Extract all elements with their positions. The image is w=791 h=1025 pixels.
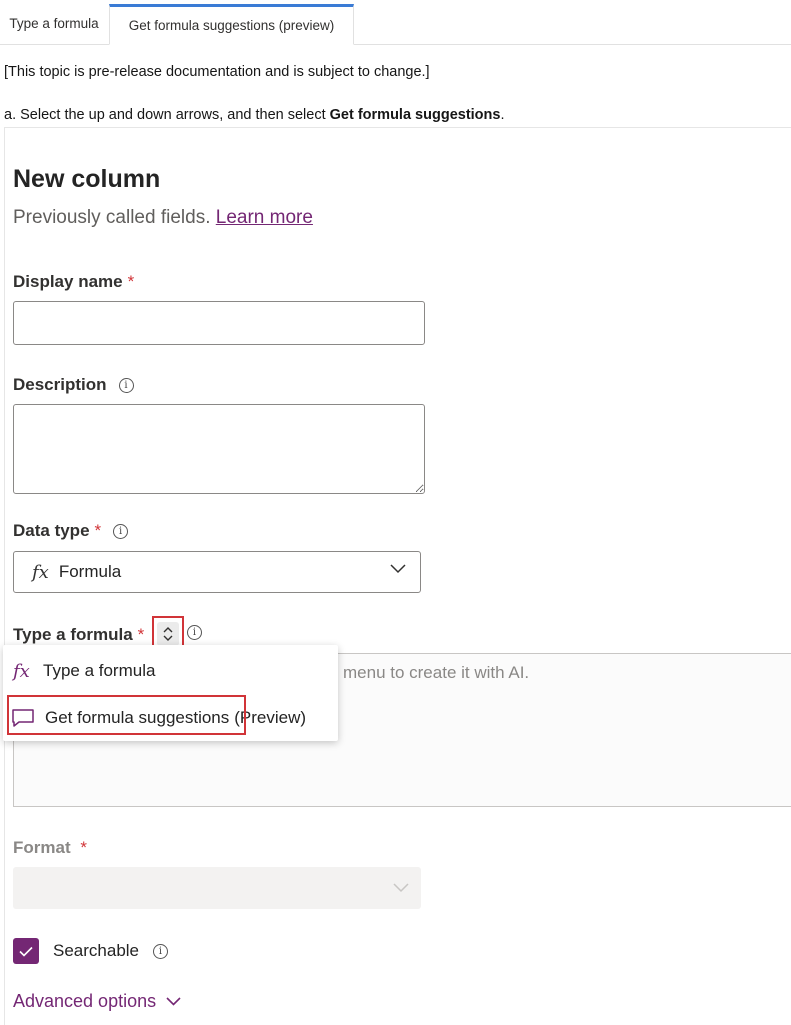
tab-bar: Type a formula Get formula suggestions (… bbox=[0, 0, 791, 45]
data-type-label-text: Data type bbox=[13, 521, 90, 540]
chat-icon bbox=[12, 709, 34, 727]
tab-get-formula-suggestions[interactable]: Get formula suggestions (preview) bbox=[109, 4, 354, 45]
description-label: Description i bbox=[13, 375, 134, 395]
required-asterisk: * bbox=[137, 625, 145, 644]
menu-item-type-a-formula[interactable]: fx Type a formula bbox=[3, 651, 338, 691]
preview-tag: (Preview) bbox=[234, 708, 307, 727]
step-suffix: . bbox=[500, 107, 505, 123]
display-name-input[interactable] bbox=[13, 301, 425, 345]
display-name-label: Display name * bbox=[13, 272, 134, 292]
advanced-options-label: Advanced options bbox=[13, 991, 157, 1011]
display-name-label-text: Display name bbox=[13, 272, 123, 291]
info-icon[interactable]: i bbox=[187, 625, 202, 640]
menu-item-label: Get formula suggestions bbox=[45, 708, 230, 727]
advanced-options-toggle[interactable]: Advanced options bbox=[13, 991, 181, 1012]
up-down-arrows-bg bbox=[157, 621, 179, 646]
info-icon[interactable]: i bbox=[113, 523, 129, 539]
chevron-down-icon bbox=[390, 564, 406, 574]
fx-icon: fx bbox=[32, 561, 49, 583]
subtitle-text: Previously called fields. bbox=[13, 207, 216, 228]
chevron-up-down-icon bbox=[163, 626, 173, 641]
prerelease-notice: [This topic is pre-release documentation… bbox=[4, 64, 430, 80]
fx-icon: fx bbox=[13, 660, 30, 682]
panel-title: New column bbox=[13, 165, 161, 193]
formula-mode-menu: fx Type a formula Get formula suggestion… bbox=[3, 645, 338, 741]
info-icon[interactable]: i bbox=[153, 943, 169, 959]
learn-more-link[interactable]: Learn more bbox=[216, 207, 313, 228]
tab-type-a-formula[interactable]: Type a formula bbox=[0, 4, 108, 43]
formula-hint-text: menu to create it with AI. bbox=[343, 663, 530, 682]
description-input[interactable] bbox=[13, 404, 425, 494]
panel-subtitle: Previously called fields. Learn more bbox=[13, 207, 313, 229]
info-icon[interactable]: i bbox=[118, 377, 134, 393]
required-asterisk: * bbox=[94, 521, 102, 540]
formula-label: Type a formula * bbox=[13, 625, 144, 645]
required-asterisk: * bbox=[127, 272, 135, 291]
instruction-step: a. Select the up and down arrows, and th… bbox=[4, 107, 505, 123]
searchable-label-text: Searchable bbox=[53, 941, 140, 960]
searchable-label: Searchable i bbox=[53, 941, 169, 961]
searchable-checkbox[interactable] bbox=[13, 938, 39, 964]
formula-label-text: Type a formula bbox=[13, 625, 133, 644]
checkmark-icon bbox=[19, 946, 33, 957]
data-type-select[interactable]: fx Formula bbox=[13, 551, 421, 593]
step-bold: Get formula suggestions bbox=[329, 107, 501, 123]
chevron-down-icon bbox=[393, 883, 409, 893]
format-select[interactable] bbox=[13, 867, 421, 909]
data-type-label: Data type * i bbox=[13, 521, 129, 541]
description-label-text: Description bbox=[13, 375, 107, 394]
menu-item-label: Type a formula bbox=[43, 661, 156, 680]
format-label-text: Format bbox=[13, 838, 71, 857]
step-prefix: a. Select the up and down arrows, and th… bbox=[4, 107, 330, 123]
data-type-value: Formula bbox=[58, 562, 122, 581]
chevron-down-icon bbox=[166, 997, 181, 1006]
required-asterisk: * bbox=[80, 838, 87, 857]
menu-item-get-formula-suggestions[interactable]: Get formula suggestions (Preview) bbox=[3, 698, 338, 738]
format-label: Format * bbox=[13, 838, 87, 858]
